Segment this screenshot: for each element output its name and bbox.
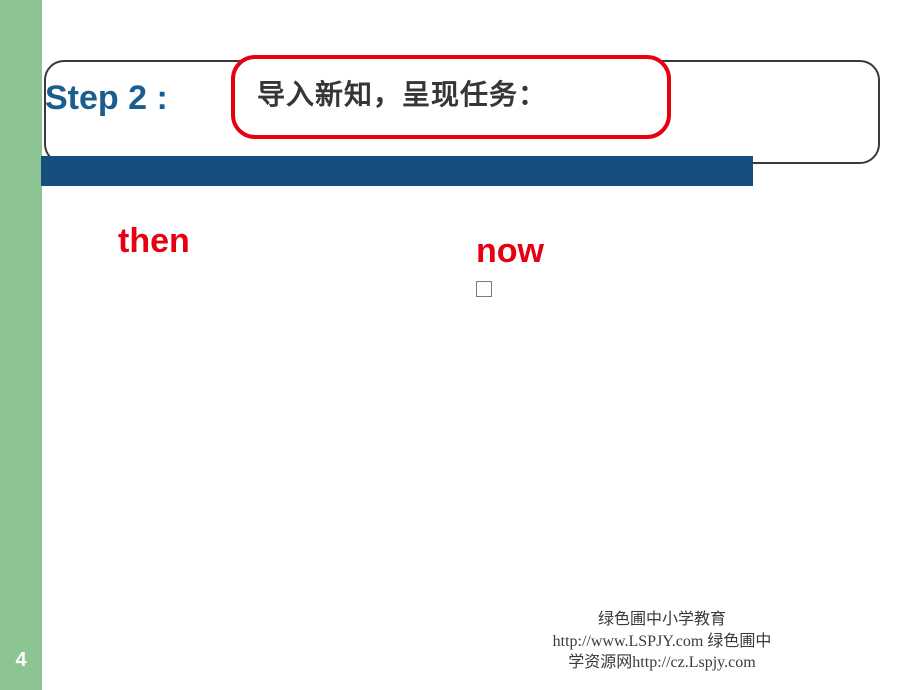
divider-bar xyxy=(41,156,753,186)
then-label: then xyxy=(118,222,190,261)
step-label: Step 2 : xyxy=(45,79,168,118)
footer-line-3: 学资源网http://cz.Lspjy.com xyxy=(568,654,755,671)
left-sidebar xyxy=(0,0,42,690)
placeholder-box xyxy=(476,281,492,297)
title-text: 导入新知，呈现任务： xyxy=(257,73,645,113)
footer-line-2: http://www.LSPJY.com 绿色圃中 xyxy=(553,633,772,650)
footer-text: 绿色圃中小学教育 http://www.LSPJY.com 绿色圃中 学资源网h… xyxy=(432,609,892,674)
page-number: 4 xyxy=(0,649,42,672)
now-label: now xyxy=(476,232,544,271)
footer-line-1: 绿色圃中小学教育 xyxy=(598,611,726,628)
title-box: 导入新知，呈现任务： xyxy=(231,55,671,139)
